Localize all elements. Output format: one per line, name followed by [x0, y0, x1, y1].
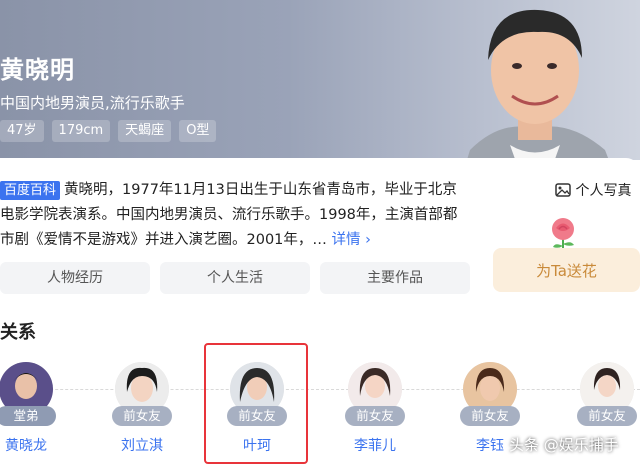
relation-name: 刘立淇 [121, 438, 163, 454]
baike-badge: 百度百科 [0, 181, 61, 200]
relations-connector [0, 389, 640, 390]
relation-badge: 堂弟 [0, 406, 56, 426]
relation-name: 黄晓龙 [5, 438, 47, 454]
tab-works[interactable]: 主要作品 [320, 262, 470, 294]
intro-text: 百度百科 黄晓明，1977年11月13日出生于山东省青岛市，毕业于北京电影学院表演… [0, 178, 470, 253]
image-icon [554, 183, 571, 197]
more-details-link[interactable]: 详情 › [332, 232, 371, 248]
send-flower-label: 为Ta送花 [536, 261, 597, 280]
tag-blood-type: O型 [179, 120, 217, 142]
relation-person[interactable]: 前女友 刘立淇 [102, 362, 182, 462]
tab-personal-life[interactable]: 个人生活 [160, 262, 310, 294]
person-name: 黄晓明 [0, 56, 75, 84]
photo-album-label: 个人写真 [575, 183, 632, 199]
relation-person[interactable]: 堂弟 黄晓龙 [0, 362, 66, 462]
watermark: 头条 @娱乐捕手 [509, 436, 619, 454]
relation-badge: 前女友 [112, 406, 172, 426]
highlight-box [204, 343, 308, 464]
relation-badge: 前女友 [577, 406, 637, 426]
profile-tags: 47岁 179cm 天蝎座 O型 [0, 120, 217, 142]
photo-album-button[interactable]: 个人写真 [548, 176, 638, 204]
relation-badge: 前女友 [460, 406, 520, 426]
send-flower-button[interactable]: 为Ta送花 [493, 248, 640, 292]
tag-zodiac: 天蝎座 [118, 120, 172, 142]
relation-person[interactable]: 前女友 李菲儿 [335, 362, 415, 462]
relation-name: 李菲儿 [354, 438, 396, 454]
tag-height: 179cm [51, 120, 111, 142]
tab-career[interactable]: 人物经历 [0, 262, 150, 294]
tag-age: 47岁 [0, 120, 44, 142]
relation-badge: 前女友 [345, 406, 405, 426]
profile-tabs: 人物经历 个人生活 主要作品 [0, 262, 470, 294]
intro-body: 黄晓明，1977年11月13日出生于山东省青岛市，毕业于北京电影学院表演系。中国… [0, 182, 458, 248]
person-description: 中国内地男演员,流行乐歌手 [0, 94, 185, 112]
relations-title: 关系 [0, 322, 36, 343]
